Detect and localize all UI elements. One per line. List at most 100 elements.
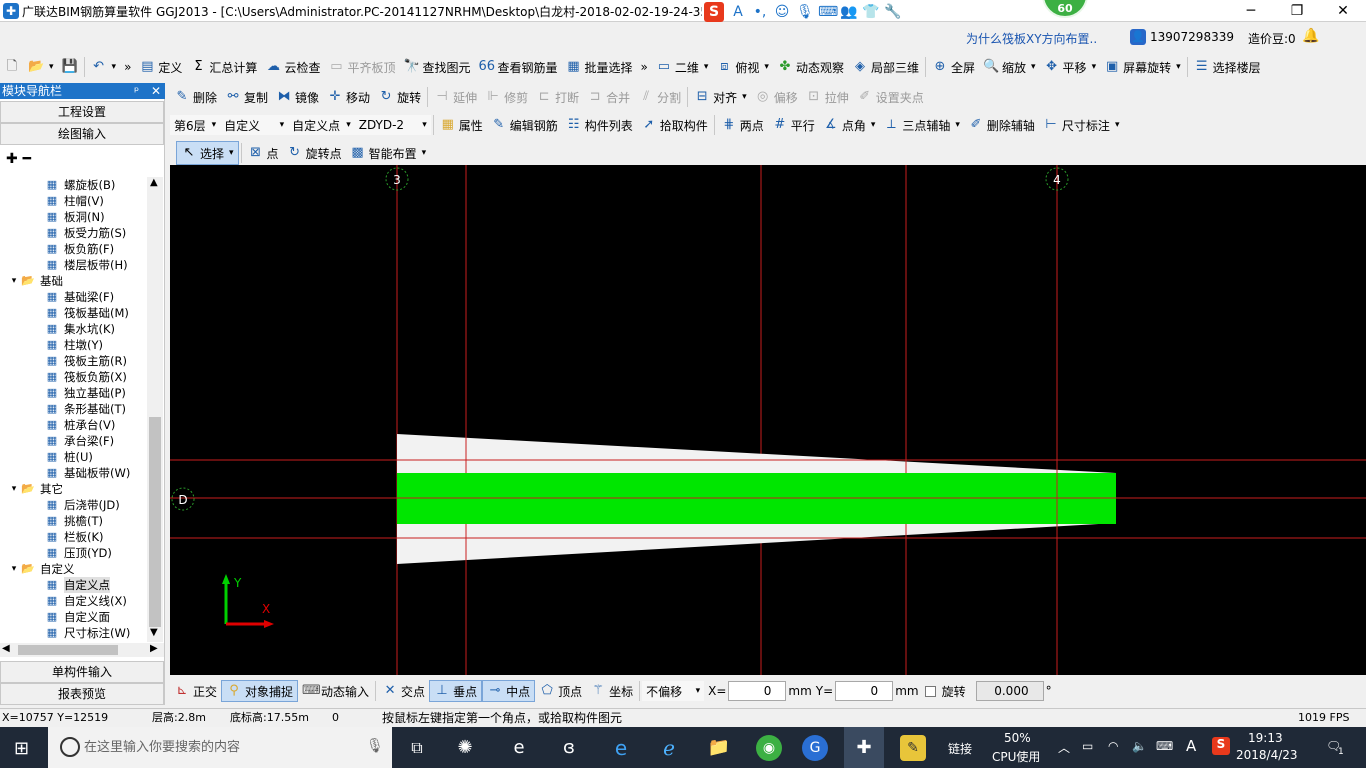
scroll-left-icon[interactable]: ◀	[2, 643, 10, 654]
tree-item[interactable]: ▦ 压顶(YD)	[0, 545, 147, 561]
open-file-button[interactable]: 📂 ▾	[24, 55, 58, 79]
select-button[interactable]: ↖ 选择 ▾	[176, 141, 239, 165]
task-view-icon[interactable]: ⧉	[404, 735, 430, 761]
offset-select[interactable]: 不偏移 ▾	[642, 681, 705, 701]
edge-legacy-icon[interactable]: e	[506, 735, 532, 761]
ime-emoji-icon[interactable]: ☺	[774, 4, 790, 20]
tree-item[interactable]: ▦ 螺旋板(B)	[0, 177, 147, 193]
ggj-app-icon[interactable]: ✚	[844, 727, 884, 768]
toolbar-overflow[interactable]: »	[120, 55, 135, 79]
point-button[interactable]: ⊠ 点	[244, 141, 283, 165]
tree-item[interactable]: ▦ 基础板带(W)	[0, 465, 147, 481]
tree-hscrollbar[interactable]: ◀ ▶	[0, 643, 164, 657]
type-select[interactable]: 自定义 ▾	[220, 115, 289, 135]
tray-link[interactable]: 链接	[948, 740, 972, 757]
g-app-icon[interactable]: G	[802, 735, 828, 761]
spiral-app-icon[interactable]: ɞ	[556, 735, 582, 761]
new-file-button[interactable]: 🗋	[0, 55, 24, 79]
hscroll-thumb[interactable]	[18, 645, 118, 655]
battery-icon[interactable]: ▭	[1082, 739, 1093, 753]
tree-expander-icon[interactable]: ▾	[8, 561, 20, 577]
fan-app-icon[interactable]: ✺	[452, 735, 478, 761]
minimize-button[interactable]: ─	[1228, 0, 1274, 22]
tree-folder[interactable]: ▾ 📂 自定义	[0, 561, 147, 577]
name-select[interactable]: ZDYD-2 ▾	[354, 115, 431, 135]
point-angle-button[interactable]: ∡ 点角 ▾	[819, 113, 880, 137]
score-badge[interactable]: 60	[1042, 0, 1088, 18]
panel-close-icon[interactable]: ✕	[151, 83, 161, 99]
tree-item[interactable]: ▦ 独立基础(P)	[0, 385, 147, 401]
expand-all-icon[interactable]: ✚ ━	[6, 151, 31, 167]
close-button[interactable]: ✕	[1320, 0, 1366, 22]
set-grip-button[interactable]: ✐ 设置夹点	[853, 85, 928, 109]
copy-button[interactable]: ⚯ 复制	[221, 85, 272, 109]
ime-font-icon[interactable]: A	[730, 4, 746, 20]
tree-item[interactable]: ▦ 筏板基础(M)	[0, 305, 147, 321]
tree-item[interactable]: ▦ 柱帽(V)	[0, 193, 147, 209]
stretch-button[interactable]: ⊡ 拉伸	[802, 85, 853, 109]
tree-item[interactable]: ▦ 板负筋(F)	[0, 241, 147, 257]
tree-item[interactable]: ▦ 集水坑(K)	[0, 321, 147, 337]
dimension-button[interactable]: ⊢ 尺寸标注 ▾	[1039, 113, 1124, 137]
tree-item[interactable]: ▦ 板洞(N)	[0, 209, 147, 225]
sogou-ime-icon[interactable]: S	[704, 2, 724, 22]
properties-button[interactable]: ▦ 属性	[436, 113, 487, 137]
project-settings-button[interactable]: 工程设置	[0, 101, 164, 123]
view-2d-button[interactable]: ▭ 二维 ▾	[652, 55, 713, 79]
ime-user-icon[interactable]: 👥	[840, 4, 857, 20]
delete-button[interactable]: ✎ 删除	[170, 85, 221, 109]
merge-button[interactable]: ⊐ 合并	[583, 85, 634, 109]
x-input[interactable]: 0	[728, 681, 787, 701]
drawing-canvas[interactable]: 3 4 D Y X	[170, 165, 1366, 675]
clock-date[interactable]: 2018/4/23	[1236, 748, 1298, 762]
microphone-icon[interactable]: 🎙	[366, 738, 384, 754]
bean-balance[interactable]: 造价豆:0	[1248, 30, 1296, 47]
tree-item[interactable]: ▦ 自定义点	[0, 577, 147, 593]
zoom-button[interactable]: 🔍 缩放 ▾	[979, 55, 1040, 79]
drawing-input-button[interactable]: 绘图输入	[0, 123, 164, 145]
split-button[interactable]: ⫽ 分割	[634, 85, 685, 109]
tree-item[interactable]: ▦ 自定义线(X)	[0, 593, 147, 609]
delete-axis-button[interactable]: ✐ 删除辅轴	[964, 113, 1039, 137]
ime-voice-icon[interactable]: 🎙	[796, 4, 814, 20]
pick-component-button[interactable]: ➚ 拾取构件	[637, 113, 712, 137]
rotate-point-button[interactable]: ↻ 旋转点	[283, 141, 346, 165]
object-snap-button[interactable]: ⚲ 对象捕捉	[221, 680, 299, 702]
sogou-tray-icon[interactable]: S	[1212, 737, 1230, 755]
ime-skin-icon[interactable]: 👕	[862, 4, 879, 20]
rotate-button[interactable]: ↻ 旋转	[374, 85, 425, 109]
tree-item[interactable]: ▦ 栏板(K)	[0, 529, 147, 545]
bell-icon[interactable]: 🔔	[1302, 28, 1319, 44]
tree-item[interactable]: ▦ 尺寸标注(W)	[0, 625, 147, 641]
local-3d-button[interactable]: ◈ 局部三维	[848, 55, 923, 79]
tree-item[interactable]: ▦ 楼层板带(H)	[0, 257, 147, 273]
tree-item[interactable]: ▦ 挑檐(T)	[0, 513, 147, 529]
tree-item[interactable]: ▦ 板受力筋(S)	[0, 225, 147, 241]
dynamic-input-button[interactable]: ⌨ 动态输入	[298, 680, 373, 702]
rotate-checkbox[interactable]	[924, 685, 936, 697]
notes-app-icon[interactable]: ✎	[900, 735, 926, 761]
ie-icon[interactable]: ℯ	[656, 735, 682, 761]
vertex-snap[interactable]: ⬠ 顶点	[535, 680, 586, 702]
tree-item[interactable]: ▦ 桩(U)	[0, 449, 147, 465]
edge-icon[interactable]: e	[608, 735, 634, 761]
mirror-button[interactable]: ⧓ 镜像	[272, 85, 323, 109]
top-view-button[interactable]: ⧈ 俯视 ▾	[712, 55, 773, 79]
dynamic-view-button[interactable]: ✤ 动态观察	[773, 55, 848, 79]
define-button[interactable]: ▤ 定义	[135, 55, 186, 79]
edit-rebar-button[interactable]: ✎ 编辑钢筋	[487, 113, 562, 137]
ime-indicator[interactable]: A	[1186, 737, 1196, 755]
tree-item[interactable]: ▦ 基础梁(F)	[0, 289, 147, 305]
extend-button[interactable]: ⊣ 延伸	[430, 85, 481, 109]
smart-layout-button[interactable]: ▩ 智能布置 ▾	[346, 141, 431, 165]
batch-select-button[interactable]: ▦ 批量选择	[562, 55, 637, 79]
maximize-button[interactable]: ❐	[1274, 0, 1320, 22]
break-button[interactable]: ⊏ 打断	[532, 85, 583, 109]
pan-button[interactable]: ✥ 平移 ▾	[1040, 55, 1101, 79]
align-button[interactable]: ⊟ 对齐 ▾	[690, 85, 751, 109]
tree-item[interactable]: ▦ 后浇带(JD)	[0, 497, 147, 513]
keyboard-icon[interactable]: ⌨	[1156, 739, 1173, 753]
tree-folder[interactable]: ▾ 📂 基础	[0, 273, 147, 289]
pin-icon[interactable]: ᵖ	[134, 83, 139, 99]
two-point-axis-button[interactable]: ⋕ 两点	[717, 113, 768, 137]
